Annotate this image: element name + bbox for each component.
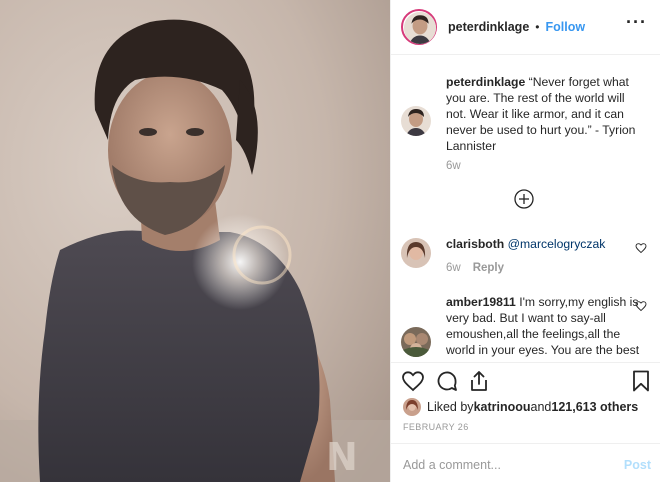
liker-avatar[interactable] [403,398,421,416]
share-icon[interactable] [467,369,491,393]
action-bar [391,362,660,396]
comment-username[interactable]: clarisboth [446,237,504,251]
reply-button[interactable]: Reply [473,262,504,274]
like-comment-heart-icon[interactable] [635,300,647,312]
heart-icon[interactable] [401,369,425,393]
commenter-avatar[interactable] [401,327,431,357]
likes-prefix: Liked by [427,400,474,414]
add-comment-bar: Add a comment... Post [391,443,660,482]
caption-text: peterdinklage “Never forget what you are… [446,74,642,154]
comment-meta: 6w Reply [446,262,504,274]
follow-button[interactable]: Follow [545,20,585,34]
caption-age: 6w [446,160,461,172]
likes-middle: and [530,400,552,414]
comments-list[interactable]: peterdinklage “Never forget what you are… [391,56,660,358]
avatar-image [401,106,431,136]
svg-text:N: N [326,435,358,479]
post-comment-button[interactable]: Post [624,458,651,472]
author-username[interactable]: peterdinklage [448,20,529,34]
caption-avatar[interactable] [401,106,431,136]
avatar-image [401,327,431,357]
caption-username[interactable]: peterdinklage [446,75,525,89]
comment-username[interactable]: amber19811 [446,295,516,309]
comment-text: clarisboth @marcelogryczak [446,236,642,252]
portrait-image: N [0,0,390,482]
post-photo[interactable]: N [0,0,390,482]
bookmark-icon[interactable] [629,369,653,393]
plus-circle-icon[interactable] [513,188,535,210]
post-date[interactable]: FEBRUARY 26 [403,422,469,432]
commenter-avatar[interactable] [401,238,431,268]
post-sidebar: peterdinklage • Follow ··· peterdinklage… [390,0,660,482]
likes-summary: Liked by katrinoou and 121,613 others [403,397,638,417]
separator-dot: • [535,20,540,34]
author-avatar[interactable] [401,9,437,45]
comment-mention[interactable]: @marcelogryczak [508,237,606,251]
like-comment-heart-icon[interactable] [635,242,647,254]
likes-count[interactable]: 121,613 others [551,400,638,414]
comment-input[interactable]: Add a comment... [403,458,501,472]
liker-username[interactable]: katrinoou [474,400,531,414]
instagram-post-view: N peterdinklage • Follow ··· peterdinkla… [0,0,660,482]
comment-text: amber19811 I'm sorry,my english is very … [446,294,642,358]
avatar-image [401,238,431,268]
comment-icon[interactable] [435,369,459,393]
more-dots-icon[interactable]: ··· [626,13,647,31]
comment-age: 6w [446,262,461,274]
avatar-image [404,12,436,44]
post-header: peterdinklage • Follow ··· [391,0,660,55]
